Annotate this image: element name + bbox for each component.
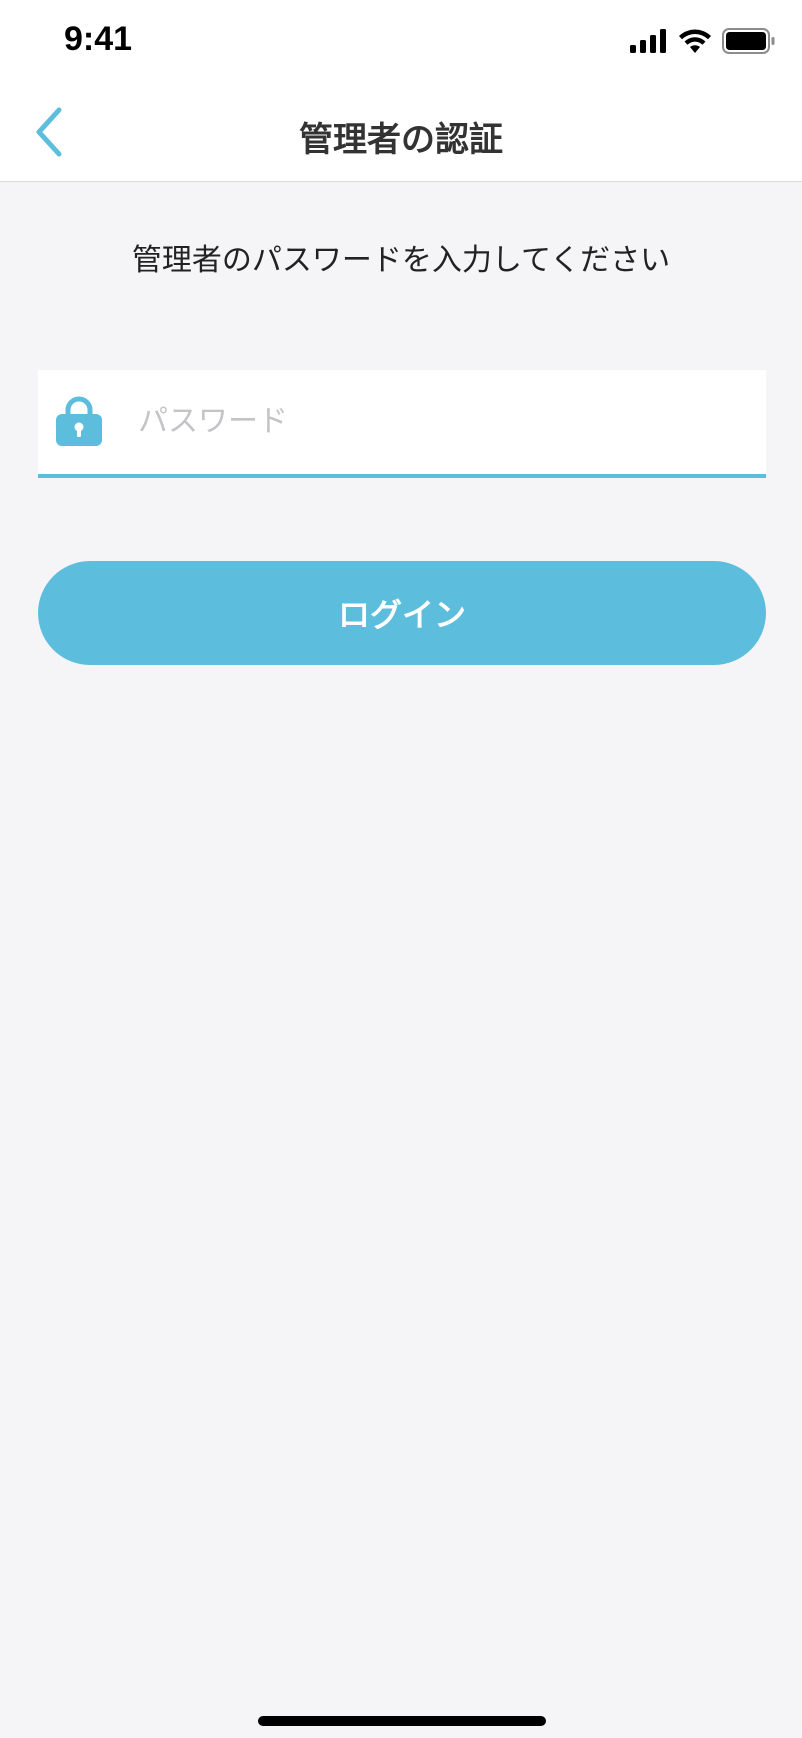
wifi-icon: [679, 29, 711, 53]
status-time: 9:41: [64, 20, 133, 58]
navigation-bar: 管理者の認証: [0, 82, 802, 182]
status-bar: 9:41: [0, 0, 802, 82]
signal-icon: [630, 29, 666, 53]
password-field[interactable]: [38, 370, 766, 478]
login-button[interactable]: ログイン: [38, 561, 766, 665]
lock-icon: [56, 396, 102, 446]
instruction-text: 管理者のパスワードを入力してください: [131, 243, 671, 278]
home-indicator: [258, 1716, 546, 1726]
page-title: 管理者の認証: [299, 120, 503, 160]
battery-icon: [722, 28, 775, 54]
password-input[interactable]: [138, 390, 738, 452]
status-icons: [630, 26, 776, 56]
